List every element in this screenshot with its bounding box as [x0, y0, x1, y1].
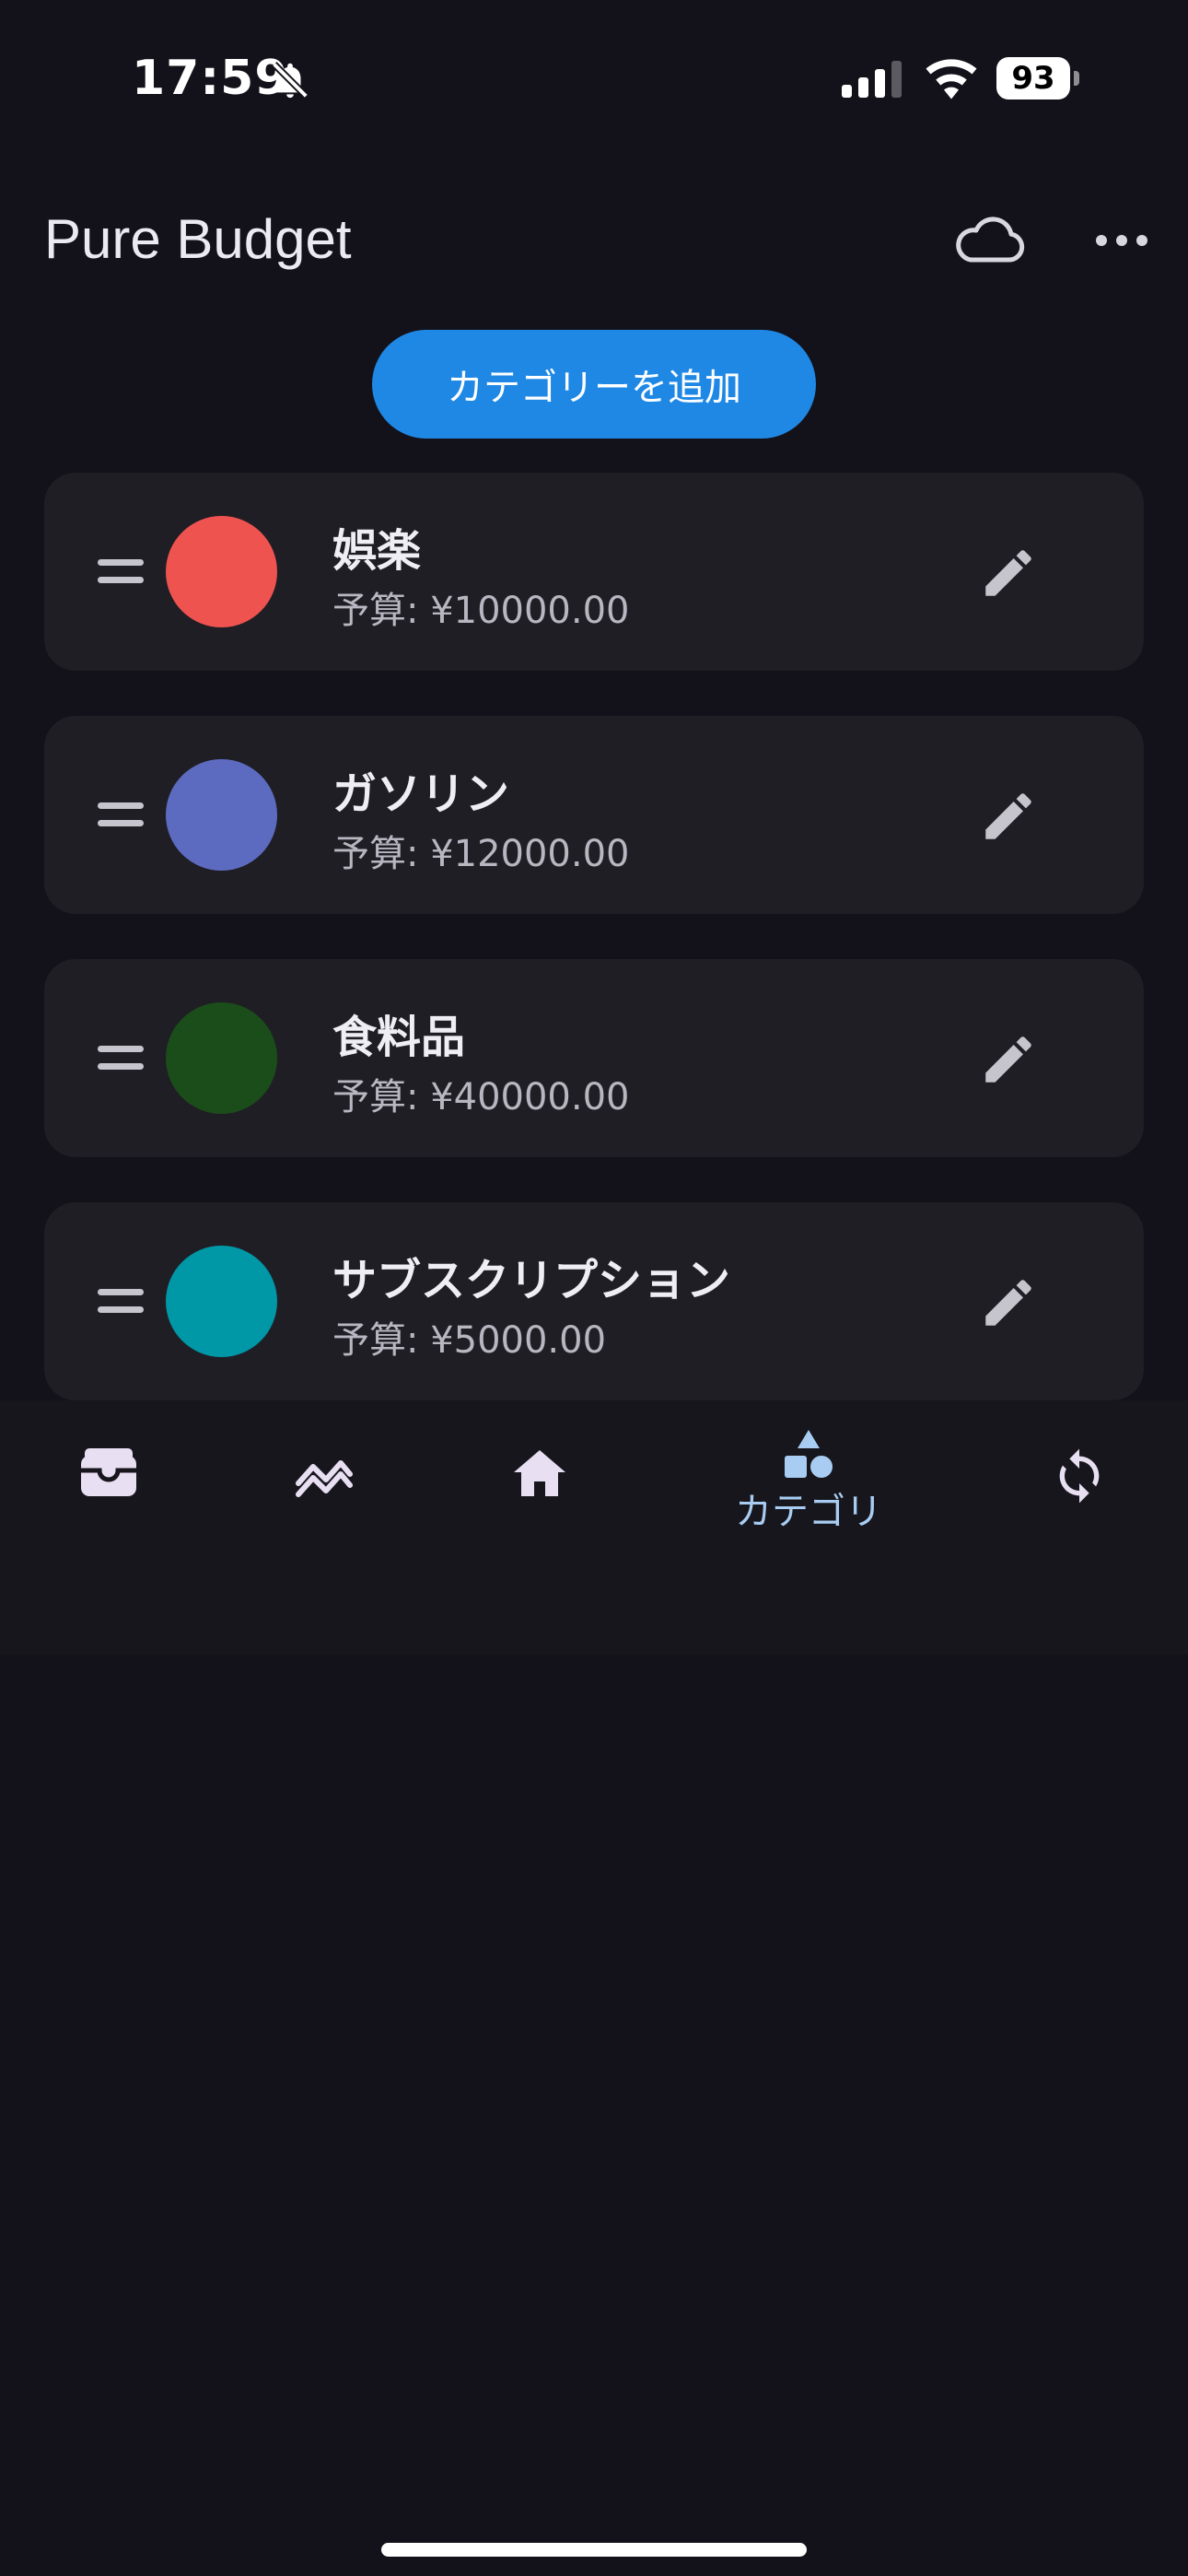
more-icon[interactable] — [1092, 217, 1151, 263]
cloud-icon[interactable] — [950, 210, 1028, 271]
bell-slash-icon — [272, 62, 309, 99]
category-name: 娯楽 — [332, 525, 422, 577]
drag-handle-icon[interactable] — [98, 802, 144, 828]
category-name: 食料品 — [332, 1012, 466, 1063]
drag-handle-icon[interactable] — [98, 559, 144, 585]
category-list[interactable]: 娯楽 予算: ¥10000.00 ガソリン 予算: ¥12000.00 食料品 … — [0, 470, 1188, 1400]
wifi-icon — [926, 59, 977, 100]
edit-icon[interactable] — [978, 1272, 1039, 1333]
category-budget: 予算: ¥5000.00 — [332, 1319, 607, 1362]
category-name: サブスクリプション — [332, 1255, 731, 1306]
battery-level: 93 — [996, 57, 1070, 100]
battery-icon: 93 — [996, 57, 1079, 101]
wallet-icon — [81, 1448, 136, 1496]
home-icon — [514, 1450, 565, 1496]
edit-icon[interactable] — [978, 786, 1039, 847]
category-budget: 予算: ¥40000.00 — [332, 1076, 630, 1118]
page-title: Pure Budget — [44, 208, 352, 270]
nav-item-category[interactable]: カテゴリ — [716, 1400, 901, 1585]
sync-icon — [1059, 1448, 1100, 1504]
status-time: 17:59 — [132, 51, 289, 106]
category-card[interactable]: 娯楽 予算: ¥10000.00 — [44, 473, 1144, 671]
category-card[interactable]: サブスクリプション 予算: ¥5000.00 — [44, 1202, 1144, 1400]
category-color-dot — [166, 1002, 277, 1114]
nav-item-trends[interactable] — [232, 1400, 416, 1585]
category-icon — [785, 1430, 833, 1478]
battery-tip — [1074, 71, 1079, 86]
nav-item-wallet[interactable] — [17, 1400, 201, 1585]
category-budget: 予算: ¥10000.00 — [332, 590, 630, 632]
category-color-dot — [166, 759, 277, 871]
edit-icon[interactable] — [978, 543, 1039, 603]
category-name: ガソリン — [332, 768, 510, 820]
drag-handle-icon[interactable] — [98, 1289, 144, 1315]
category-card[interactable]: 食料品 予算: ¥40000.00 — [44, 959, 1144, 1157]
nav-item-sync[interactable] — [987, 1400, 1171, 1585]
category-card[interactable]: ガソリン 予算: ¥12000.00 — [44, 716, 1144, 914]
cellular-signal-icon — [842, 61, 902, 98]
edit-icon[interactable] — [978, 1029, 1039, 1090]
home-indicator[interactable] — [381, 2543, 807, 2557]
category-color-dot — [166, 1246, 277, 1357]
nav-item-home[interactable] — [448, 1400, 632, 1585]
add-category-button[interactable]: カテゴリーを追加 — [372, 330, 816, 439]
status-bar: 17:59 93 — [0, 0, 1188, 161]
drag-handle-icon[interactable] — [98, 1046, 144, 1071]
nav-label-category: カテゴリ — [735, 1491, 882, 1533]
bottom-nav: カテゴリ — [0, 1400, 1188, 1655]
trend-icon — [296, 1460, 353, 1497]
category-budget: 予算: ¥12000.00 — [332, 833, 630, 875]
category-color-dot — [166, 516, 277, 627]
